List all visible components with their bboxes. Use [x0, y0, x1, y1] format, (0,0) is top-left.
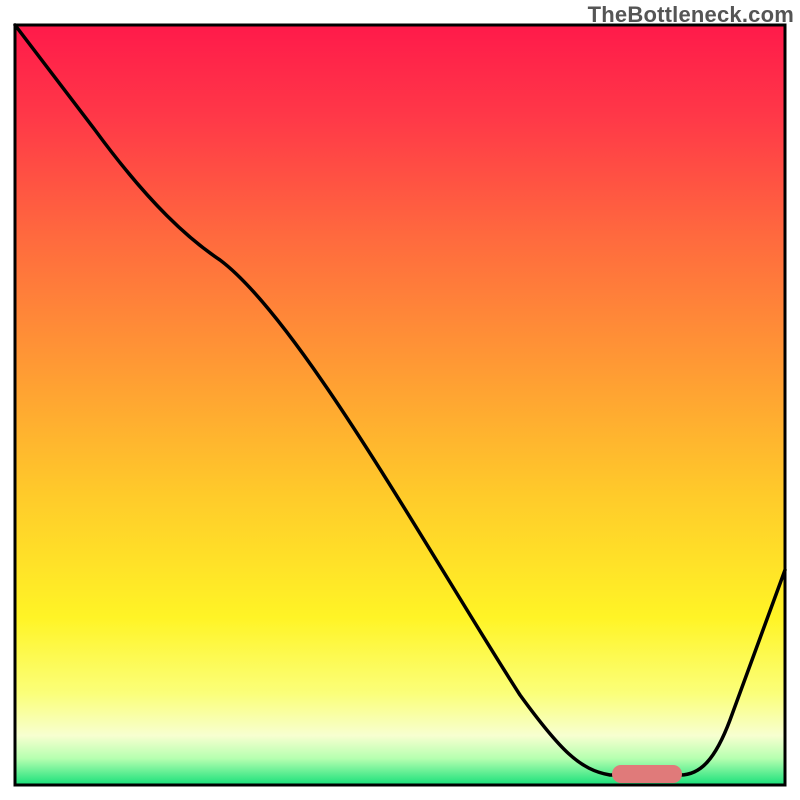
optimal-range-marker [612, 765, 682, 783]
bottleneck-chart: TheBottleneck.com [0, 0, 800, 800]
chart-svg [0, 0, 800, 800]
watermark-text: TheBottleneck.com [588, 2, 794, 28]
plot-background [15, 25, 785, 785]
